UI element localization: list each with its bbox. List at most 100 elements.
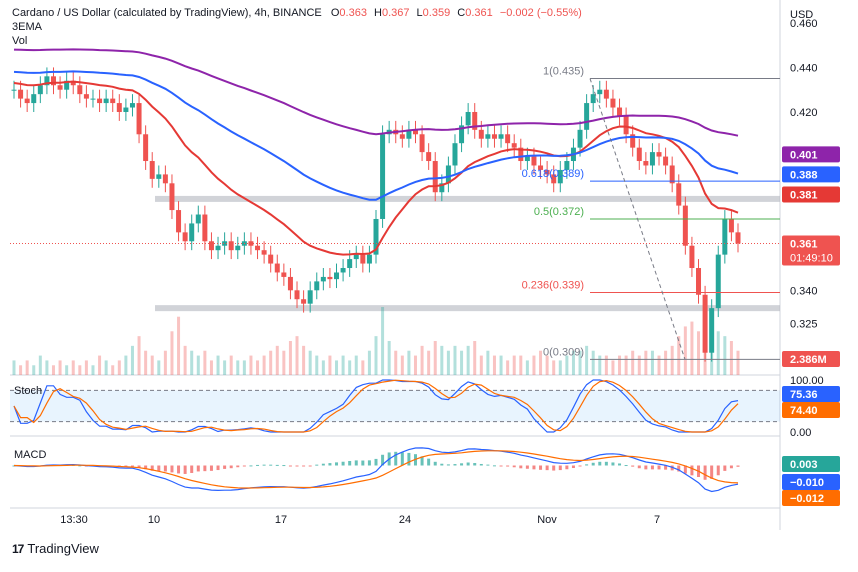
footer-brand[interactable]: 17 TradingView [12, 541, 99, 556]
macd-histogram-bar [466, 462, 470, 466]
candle-body [715, 254, 721, 309]
macd-histogram-bar [407, 452, 411, 466]
volume-bar [703, 307, 707, 375]
volume-bar [729, 341, 733, 375]
high-value: 0.367 [381, 7, 410, 19]
volume-bar [242, 360, 246, 375]
volume-bar [611, 360, 615, 375]
candle-body [610, 98, 616, 108]
volume-bar [170, 331, 174, 375]
volume-bar [150, 355, 154, 375]
volume-bar [539, 350, 543, 375]
volume-bar [512, 355, 516, 375]
chart-stage[interactable]: USD0.4600.4400.4200.3400.3250.3101(0.435… [0, 0, 858, 567]
macd-histogram-bar [288, 465, 292, 467]
macd-histogram-bar [223, 465, 227, 469]
macd-histogram-bar [624, 465, 628, 467]
volume-bar [38, 355, 42, 375]
macd-histogram-bar [170, 465, 174, 473]
candle-body [465, 111, 471, 126]
volume-bar [710, 326, 714, 375]
chart-canvas[interactable]: USD0.4600.4400.4200.3400.3250.3101(0.435… [0, 0, 858, 567]
stoch-band [10, 390, 780, 422]
price-tick-label: 0.340 [790, 285, 818, 297]
candle-body [722, 218, 728, 255]
volume-bar [486, 350, 490, 375]
macd-histogram-bar [525, 465, 529, 469]
volume-bar [104, 360, 108, 375]
price-tick-label: 0.325 [790, 319, 818, 331]
macd-histogram-bar [703, 465, 707, 480]
volume-bar [130, 345, 134, 375]
volume-bar [479, 355, 483, 375]
candle-body [274, 263, 280, 273]
volume-bar [697, 331, 701, 375]
volume-bar [683, 326, 687, 375]
volume-bar [690, 321, 694, 375]
macd-histogram-bar [196, 465, 200, 472]
macd-signal-value: −0.012 [790, 493, 824, 505]
macd-histogram-bar [216, 465, 220, 471]
volume-bar [341, 355, 345, 375]
stoch-title: Stoch [14, 385, 42, 397]
volume-bar [736, 350, 740, 375]
high-label: H [374, 7, 382, 19]
candle-body [314, 281, 320, 291]
volume-bar [591, 350, 595, 375]
candle-body [136, 103, 142, 135]
macd-histogram-bar [295, 465, 299, 467]
symbol-title[interactable]: Cardano / US Dollar (calculated by Tradi… [12, 7, 322, 19]
ema-legend[interactable]: 3EMA [12, 21, 42, 33]
volume-bar [19, 365, 23, 375]
volume-bar [650, 350, 654, 375]
change-value: −0.002 (−0.55%) [499, 7, 582, 19]
time-tick-label: 24 [399, 514, 411, 526]
time-tick-label: 10 [148, 514, 160, 526]
candle-body [77, 85, 83, 95]
volume-bar [84, 360, 88, 375]
macd-histogram-bar [578, 465, 582, 467]
volume-bar [644, 350, 648, 375]
candle-body [37, 85, 43, 95]
macd-histogram-bar [361, 460, 365, 466]
ema-slow-line [13, 48, 739, 137]
volume-bar [348, 360, 352, 375]
volume-bar [183, 345, 187, 375]
ema-fast-value: 0.381 [790, 189, 818, 201]
candle-body [419, 134, 425, 153]
candle-body [334, 272, 340, 280]
candle-body [202, 214, 208, 242]
candle-body [156, 174, 162, 179]
volume-bar [446, 350, 450, 375]
stoch-d-value: 74.40 [790, 405, 818, 417]
macd-histogram-bar [302, 465, 306, 467]
volume-bar [315, 355, 319, 375]
volume-bar [657, 355, 661, 375]
macd-histogram-bar [545, 465, 549, 471]
macd-histogram-bar [565, 465, 569, 470]
volume-bar [637, 355, 641, 375]
volume-bar [354, 355, 358, 375]
candle-body [162, 174, 168, 184]
low-value: 0.359 [422, 7, 451, 19]
macd-histogram-bar [354, 460, 358, 466]
volume-bar [256, 360, 260, 375]
macd-value: −0.010 [790, 477, 824, 489]
candle-body [143, 134, 149, 162]
candle-body [485, 134, 491, 139]
volume-bar [413, 355, 417, 375]
volume-bar [216, 355, 220, 375]
open-value: 0.363 [339, 7, 367, 19]
macd-histogram-bar [539, 465, 543, 470]
ema-mid-value: 0.388 [790, 169, 818, 181]
volume-bar [223, 360, 227, 375]
vol-legend[interactable]: Vol [12, 35, 27, 47]
volume-bar [723, 336, 727, 375]
candle-body [531, 156, 537, 166]
volume-value: 2.386M [790, 354, 827, 366]
volume-bar [32, 365, 36, 375]
macd-histogram-bar [400, 452, 404, 466]
macd-histogram-bar [183, 465, 187, 474]
volume-bar [670, 345, 674, 375]
macd-histogram-bar [190, 465, 194, 473]
